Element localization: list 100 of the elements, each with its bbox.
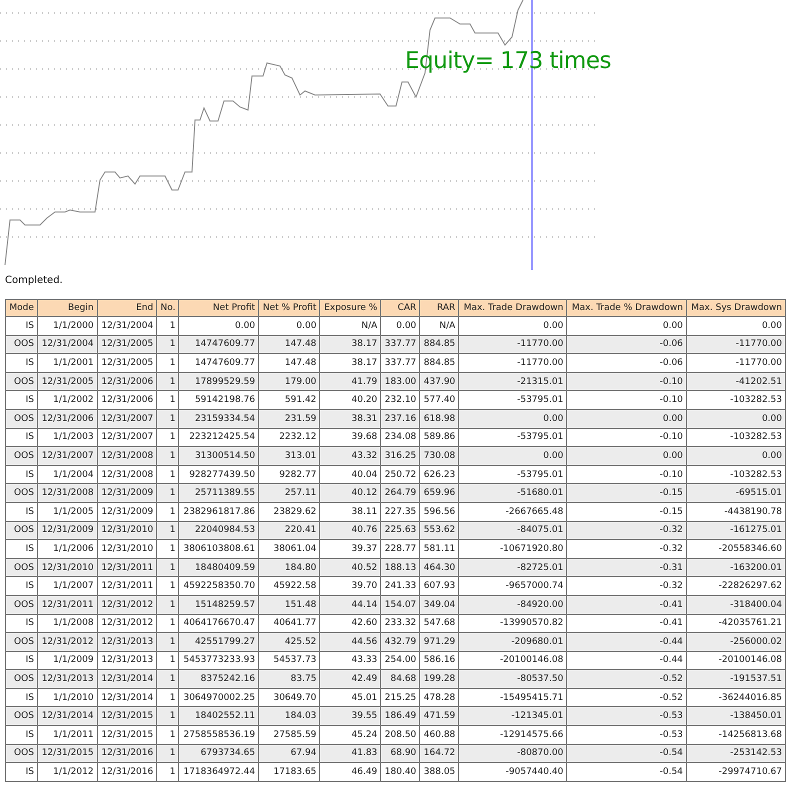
- table-cell: -84075.01: [458, 521, 567, 540]
- table-cell: 220.41: [258, 521, 320, 540]
- table-cell: OOS: [6, 446, 38, 466]
- table-cell: -0.32: [566, 521, 686, 540]
- column-header: Mode: [6, 300, 38, 316]
- table-cell: 12/31/2006: [97, 390, 157, 410]
- table-cell: 464.30: [420, 558, 459, 577]
- table-cell: 478.28: [420, 688, 459, 707]
- table-cell: -13990570.82: [458, 614, 567, 633]
- table-cell: 40.12: [320, 484, 381, 502]
- table-cell: -0.10: [566, 390, 686, 410]
- table-cell: 237.16: [380, 409, 420, 428]
- table-cell: 233.32: [380, 614, 420, 633]
- table-cell: 12/31/2012: [37, 632, 98, 652]
- table-cell: 14747609.77: [178, 335, 259, 354]
- table-cell: 12/31/2013: [97, 632, 157, 652]
- table-cell: 432.79: [380, 632, 420, 652]
- table-cell: 1/1/2012: [37, 762, 98, 782]
- table-cell: 12/31/2005: [97, 335, 157, 354]
- table-cell: 44.56: [320, 632, 381, 652]
- table-cell: -20100146.08: [458, 651, 567, 670]
- table-cell: 183.00: [380, 372, 420, 391]
- table-cell: 39.55: [320, 706, 381, 726]
- status-text: Completed.: [5, 275, 63, 286]
- table-cell: 1/1/2006: [37, 540, 98, 558]
- table-cell: 45.24: [320, 726, 381, 744]
- table-cell: -82725.01: [458, 558, 567, 577]
- table-cell: OOS: [6, 372, 38, 391]
- table-cell: 591.42: [258, 390, 320, 410]
- table-cell: -20100146.08: [686, 651, 786, 670]
- table-cell: IS: [6, 390, 38, 410]
- table-cell: 12/31/2008: [97, 465, 157, 484]
- table-cell: 1/1/2005: [37, 502, 98, 522]
- table-cell: 232.10: [380, 390, 420, 410]
- table-cell: 1/1/2010: [37, 688, 98, 707]
- table-cell: -318400.04: [686, 595, 786, 614]
- table-cell: 437.90: [420, 372, 459, 391]
- table-cell: 12/31/2015: [37, 744, 98, 763]
- column-header: Max. Sys Drawdown: [686, 300, 786, 316]
- table-cell: 1: [156, 762, 179, 782]
- table-cell: 0.00: [458, 446, 567, 466]
- table-cell: -80870.00: [458, 744, 567, 763]
- table-cell: 208.50: [380, 726, 420, 744]
- table-cell: -103282.53: [686, 428, 786, 447]
- table-cell: -51680.01: [458, 484, 567, 502]
- table-cell: 730.08: [420, 446, 459, 466]
- table-cell: -0.15: [566, 484, 686, 502]
- table-cell: 0.00: [566, 316, 686, 336]
- table-cell: N/A: [320, 316, 381, 336]
- table-cell: IS: [6, 576, 38, 596]
- table-cell: 12/31/2010: [37, 558, 98, 577]
- table-cell: 1718364972.44: [178, 762, 259, 782]
- table-cell: 147.48: [258, 354, 320, 372]
- table-cell: 12/31/2010: [97, 540, 157, 558]
- table-cell: 12/31/2010: [97, 521, 157, 540]
- table-cell: -0.15: [566, 502, 686, 522]
- column-header: Max. Trade % Drawdown: [566, 300, 686, 316]
- table-cell: 250.72: [380, 465, 420, 484]
- table-cell: -0.10: [566, 372, 686, 391]
- table-cell: IS: [6, 726, 38, 744]
- table-cell: -15495415.71: [458, 688, 567, 707]
- table-cell: 1: [156, 521, 179, 540]
- table-cell: -0.32: [566, 576, 686, 596]
- table-cell: -0.32: [566, 540, 686, 558]
- table-cell: 1: [156, 354, 179, 372]
- table-cell: -14256813.68: [686, 726, 786, 744]
- table-cell: OOS: [6, 409, 38, 428]
- table-cell: 1: [156, 335, 179, 354]
- table-cell: 184.80: [258, 558, 320, 577]
- table-cell: 31300514.50: [178, 446, 259, 466]
- table-cell: 1: [156, 576, 179, 596]
- table-cell: 1/1/2001: [37, 354, 98, 372]
- table-cell: 0.00: [380, 316, 420, 336]
- table-cell: 12/31/2009: [37, 521, 98, 540]
- table-cell: IS: [6, 688, 38, 707]
- table-cell: 227.35: [380, 502, 420, 522]
- table-cell: 223212425.54: [178, 428, 259, 447]
- table-cell: 40641.77: [258, 614, 320, 633]
- table-cell: 38.17: [320, 335, 381, 354]
- column-header: End: [97, 300, 157, 316]
- table-cell: 1: [156, 484, 179, 502]
- table-cell: 0.00: [686, 316, 786, 336]
- table-cell: 12/31/2009: [97, 484, 157, 502]
- column-header: Net Profit: [178, 300, 259, 316]
- table-cell: 44.14: [320, 595, 381, 614]
- table-cell: 553.62: [420, 521, 459, 540]
- table-cell: 316.25: [380, 446, 420, 466]
- table-cell: 215.25: [380, 688, 420, 707]
- table-cell: -163200.01: [686, 558, 786, 577]
- table-cell: -256000.02: [686, 632, 786, 652]
- table-cell: -0.06: [566, 354, 686, 372]
- table-cell: -11770.00: [458, 335, 567, 354]
- table-cell: -69515.01: [686, 484, 786, 502]
- table-cell: 67.94: [258, 744, 320, 763]
- table-cell: 425.52: [258, 632, 320, 652]
- table-cell: IS: [6, 502, 38, 522]
- table-cell: 68.90: [380, 744, 420, 763]
- table-cell: OOS: [6, 632, 38, 652]
- table-cell: 12/31/2012: [97, 614, 157, 633]
- table-cell: 0.00: [566, 409, 686, 428]
